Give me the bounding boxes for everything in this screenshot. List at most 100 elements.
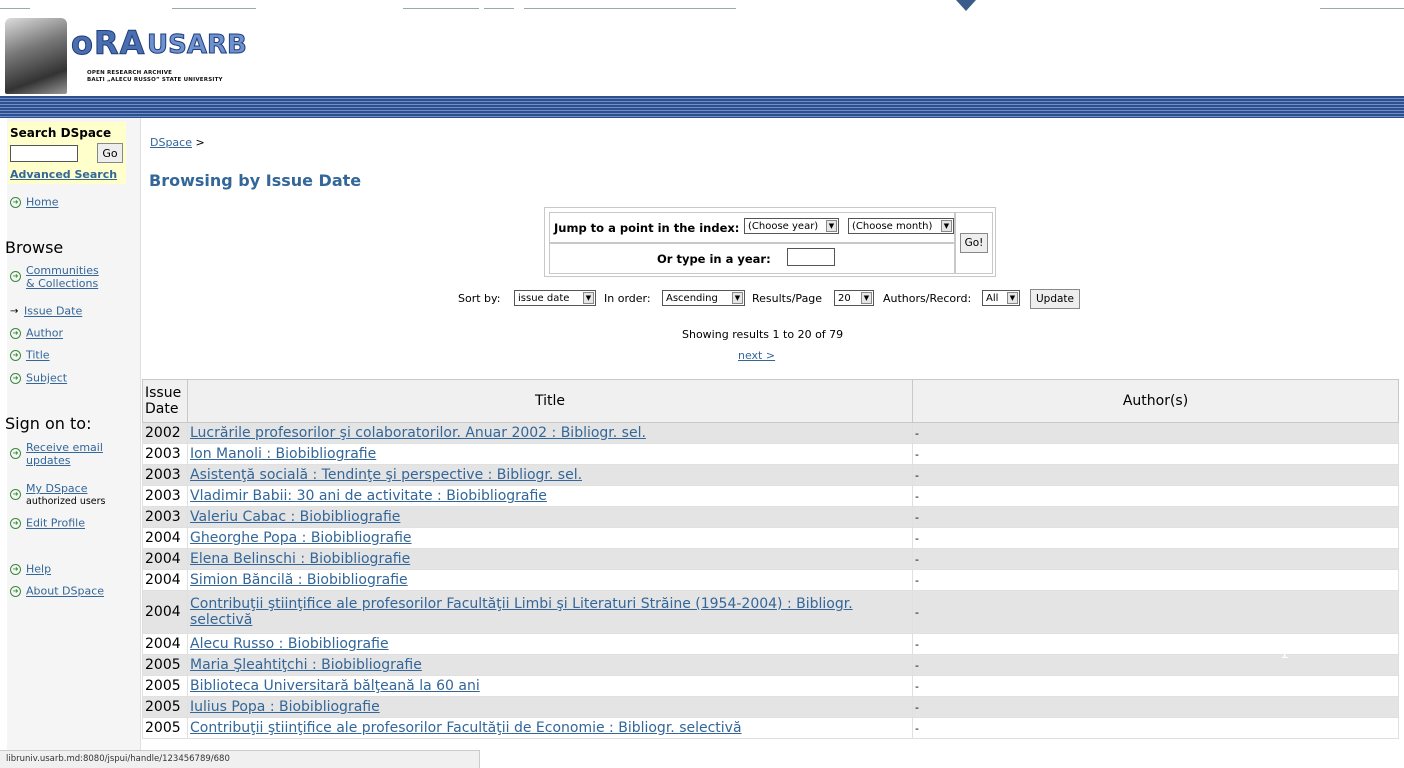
breadcrumb-dspace-link[interactable]: DSpace bbox=[150, 136, 192, 149]
update-button[interactable]: Update bbox=[1030, 289, 1080, 309]
jump-label: Jump to a point in the index: bbox=[554, 221, 740, 235]
row-author: - bbox=[912, 654, 1399, 676]
row-title-link[interactable]: Gheorghe Popa : Biobibliografie bbox=[190, 530, 412, 546]
nav-author-link[interactable]: Author bbox=[26, 327, 63, 340]
nav-subject-link[interactable]: Subject bbox=[26, 372, 67, 385]
table-row: 2002 Lucrările profesorilor şi colaborat… bbox=[142, 422, 1399, 444]
nav-about[interactable]: ➜ About DSpace bbox=[10, 584, 104, 598]
nav-title[interactable]: ➜ Title bbox=[10, 348, 50, 362]
nav-edit-profile[interactable]: ➜ Edit Profile bbox=[10, 516, 85, 530]
nav-home[interactable]: ➜ Home bbox=[10, 195, 58, 209]
nav-receive-line1[interactable]: Receive email bbox=[26, 441, 103, 454]
row-title-cell: Simion Băncilă : Biobibliografie bbox=[187, 569, 913, 591]
nav-issue-date-link[interactable]: Issue Date bbox=[24, 305, 82, 318]
ora-usarb-logo[interactable]: oRA USARB OPEN RESEARCH ARCHIVE BALTI „A… bbox=[5, 16, 295, 96]
search-input[interactable] bbox=[10, 145, 78, 162]
table-header-row: Issue Date Title Author(s) bbox=[142, 379, 1399, 423]
nav-help-link[interactable]: Help bbox=[26, 563, 51, 576]
table-row: 2004 Simion Băncilă : Biobibliografie - bbox=[142, 569, 1399, 591]
row-title-link[interactable]: Maria Şleahtiţchi : Biobibliografie bbox=[190, 657, 422, 673]
bullet-arrow-icon: ➜ bbox=[10, 349, 21, 361]
row-date: 2004 bbox=[142, 569, 188, 591]
sidebar: Search DSpace Go Advanced Search ➜ Home B… bbox=[5, 118, 141, 768]
row-title-cell: Gheorghe Popa : Biobibliografie bbox=[187, 527, 913, 549]
nav-issue-date[interactable]: → Issue Date bbox=[10, 304, 82, 318]
row-title-link[interactable]: Alecu Russo : Biobibliografie bbox=[190, 636, 389, 652]
nav-mydspace-link[interactable]: My DSpace bbox=[26, 482, 106, 495]
caret-down-icon bbox=[956, 0, 976, 11]
row-title-cell: Asistenţă socială : Tendinţe şi perspect… bbox=[187, 464, 913, 486]
logo-subtitle-line1: OPEN RESEARCH ARCHIVE bbox=[87, 70, 173, 76]
row-date: 2003 bbox=[142, 485, 188, 507]
column-header-issue-date[interactable]: Issue Date bbox=[142, 379, 188, 423]
jump-go-button[interactable]: Go! bbox=[960, 233, 988, 253]
row-date: 2004 bbox=[142, 590, 188, 634]
row-title-cell: Elena Belinschi : Biobibliografie bbox=[187, 548, 913, 570]
row-title-link[interactable]: Contribuţii ştiinţifice ale profesorilor… bbox=[190, 720, 742, 736]
search-go-button[interactable]: Go bbox=[97, 143, 123, 163]
dropdown-arrow-icon: ▼ bbox=[1007, 292, 1018, 304]
nav-receive-line2[interactable]: updates bbox=[26, 454, 103, 467]
logo-ora-text: oRA bbox=[70, 24, 146, 63]
signon-heading: Sign on to: bbox=[5, 414, 92, 433]
row-title-link[interactable]: Asistenţă socială : Tendinţe şi perspect… bbox=[190, 467, 582, 483]
sort-by-value: issue date bbox=[518, 293, 570, 304]
next-page-link[interactable]: next > bbox=[738, 349, 775, 362]
row-title-link[interactable]: Biblioteca Universitară bălţeană la 60 a… bbox=[190, 678, 480, 694]
row-author: - bbox=[912, 548, 1399, 570]
row-date: 2003 bbox=[142, 506, 188, 528]
year-input[interactable] bbox=[787, 248, 835, 266]
nav-mydspace[interactable]: ➜ My DSpace authorized users bbox=[10, 482, 106, 508]
nav-home-link[interactable]: Home bbox=[26, 196, 58, 209]
row-title-cell: Maria Şleahtiţchi : Biobibliografie bbox=[187, 654, 913, 676]
bullet-arrow-icon: ➜ bbox=[10, 327, 21, 339]
order-value: Ascending bbox=[666, 293, 718, 304]
row-author: - bbox=[912, 422, 1399, 444]
row-title-link[interactable]: Valeriu Cabac : Biobibliografie bbox=[190, 509, 400, 525]
order-select[interactable]: Ascending ▼ bbox=[662, 290, 745, 306]
row-title-cell: Vladimir Babii: 30 ani de activitate : B… bbox=[187, 485, 913, 507]
row-title-cell: Iulius Popa : Biobibliografie bbox=[187, 696, 913, 718]
rpp-value: 20 bbox=[838, 293, 851, 304]
row-title-link[interactable]: Elena Belinschi : Biobibliografie bbox=[190, 551, 410, 567]
search-dspace-label: Search DSpace bbox=[10, 126, 112, 140]
row-date: 2005 bbox=[142, 675, 188, 697]
bullet-arrow-icon: ➜ bbox=[10, 563, 21, 575]
row-title-link[interactable]: Ion Manoli : Biobibliografie bbox=[190, 446, 376, 462]
nav-subject[interactable]: ➜ Subject bbox=[10, 371, 67, 385]
sort-by-select[interactable]: issue date ▼ bbox=[514, 290, 596, 306]
row-title-link[interactable]: Contribuţii ştiinţifice ale profesorilor… bbox=[190, 596, 853, 628]
row-title-link[interactable]: Vladimir Babii: 30 ani de activitate : B… bbox=[190, 488, 547, 504]
nav-receive-email[interactable]: ➜ Receive email updates bbox=[10, 441, 103, 467]
nav-communities-line1[interactable]: Communities bbox=[26, 264, 99, 277]
authors-select[interactable]: All ▼ bbox=[982, 290, 1020, 306]
row-title-link[interactable]: Simion Băncilă : Biobibliografie bbox=[190, 572, 408, 588]
page-title: Browsing by Issue Date bbox=[149, 171, 362, 190]
nav-title-link[interactable]: Title bbox=[26, 349, 50, 362]
year-select[interactable]: (Choose year) ▼ bbox=[744, 218, 839, 234]
row-title-cell: Alecu Russo : Biobibliografie bbox=[187, 633, 913, 655]
nav-help[interactable]: ➜ Help bbox=[10, 562, 51, 576]
site-header: oRA USARB OPEN RESEARCH ARCHIVE BALTI „A… bbox=[0, 14, 1404, 96]
nav-author[interactable]: ➜ Author bbox=[10, 326, 63, 340]
table-row: 2004 Elena Belinschi : Biobibliografie - bbox=[142, 548, 1399, 570]
advanced-search-link[interactable]: Advanced Search bbox=[10, 168, 117, 181]
column-header-title[interactable]: Title bbox=[187, 379, 913, 423]
row-title-link[interactable]: Iulius Popa : Biobibliografie bbox=[190, 699, 380, 715]
rpp-select[interactable]: 20 ▼ bbox=[834, 290, 874, 306]
strip-line bbox=[524, 8, 736, 9]
strip-line bbox=[172, 8, 256, 9]
row-title-link[interactable]: Lucrările profesorilor şi colaboratorilo… bbox=[190, 425, 646, 441]
nav-about-link[interactable]: About DSpace bbox=[26, 585, 104, 598]
nav-communities[interactable]: ➜ Communities & Collections bbox=[10, 264, 99, 290]
row-author: - bbox=[912, 696, 1399, 718]
logo-subtitle-line2: BALTI „ALECU RUSSO” STATE UNIVERSITY bbox=[87, 77, 223, 83]
nav-edit-profile-link[interactable]: Edit Profile bbox=[26, 517, 85, 530]
search-dspace-box: Search DSpace Go Advanced Search bbox=[8, 122, 126, 184]
type-year-label: Or type in a year: bbox=[657, 252, 771, 266]
column-header-authors[interactable]: Author(s) bbox=[912, 379, 1399, 423]
overlay-page-digit: 1 bbox=[1280, 646, 1289, 662]
row-author: - bbox=[912, 443, 1399, 465]
month-select[interactable]: (Choose month) ▼ bbox=[848, 218, 954, 234]
nav-communities-line2[interactable]: & Collections bbox=[26, 277, 99, 290]
